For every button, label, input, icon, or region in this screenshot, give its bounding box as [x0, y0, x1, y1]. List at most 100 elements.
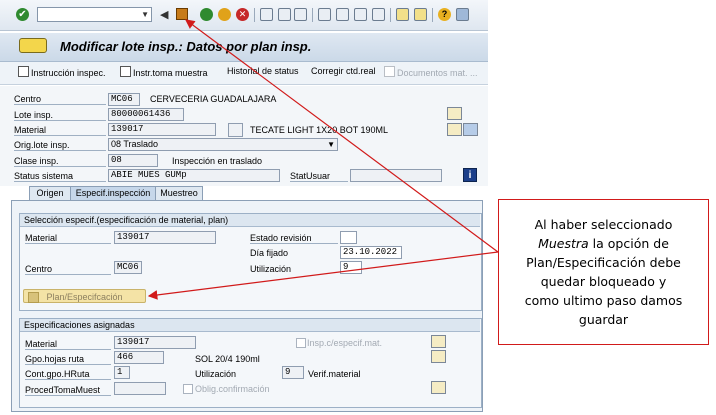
- statusuar-label: StatUsuar: [290, 171, 348, 182]
- document-icon: [18, 66, 29, 77]
- material-description: TECATE LIGHT 1X20 BOT 190ML: [250, 125, 389, 135]
- corregir-ctd-real-button[interactable]: Corregir ctd.real: [311, 66, 376, 76]
- print-icon[interactable]: [260, 8, 273, 21]
- centro-label: Centro: [14, 94, 106, 105]
- detail-icon[interactable]: [431, 381, 446, 394]
- centro-description: CERVECERIA GUADALAJARA: [150, 94, 277, 104]
- cont-gpo-field[interactable]: 1: [114, 366, 130, 379]
- tab-origen-label: Origen: [36, 188, 64, 198]
- find-icon[interactable]: [278, 8, 291, 21]
- tab-muestreo[interactable]: Muestreo: [155, 186, 203, 200]
- status-sistema-field[interactable]: ABIE MUES GUMp: [108, 169, 280, 182]
- last-page-icon[interactable]: [372, 8, 385, 21]
- estado-revision-label: Estado revisión: [250, 233, 338, 244]
- orig-lote-value: 08 Traslado: [111, 139, 159, 149]
- material-field[interactable]: 139017: [108, 123, 216, 136]
- sel-centro-label: Centro: [25, 264, 111, 275]
- proced-toma-field[interactable]: [114, 382, 166, 395]
- oblig-confirmacion-label: Oblig.confirmación: [195, 384, 270, 394]
- callout-italic-word: Muestra: [538, 236, 589, 251]
- clase-insp-description: Inspección en traslado: [172, 156, 263, 166]
- enter-check-icon[interactable]: ✔: [16, 8, 29, 21]
- new-session-icon[interactable]: [396, 8, 409, 21]
- verif-material-label: Verif.material: [308, 369, 361, 379]
- detail-icon[interactable]: [431, 335, 446, 348]
- next-page-icon[interactable]: [354, 8, 367, 21]
- assigned-group-title: Especificaciones asignadas: [20, 319, 480, 332]
- estado-revision-field[interactable]: [340, 231, 357, 244]
- cont-gpo-label: Cont.gpo.HRuta: [25, 369, 111, 380]
- gpo-hojas-label: Gpo.hojas ruta: [25, 354, 111, 365]
- plan-especificacion-label: Plan/Especifcación: [46, 292, 123, 302]
- historial-status-button[interactable]: Historial de status: [227, 66, 299, 76]
- asg-material-label: Material: [25, 339, 111, 350]
- command-field[interactable]: ▼: [37, 7, 152, 22]
- sel-material-field[interactable]: 139017: [114, 231, 216, 244]
- page-title: Modificar lote insp.: Datos por plan ins…: [60, 39, 312, 54]
- callout-line: Al haber seleccionado: [534, 217, 673, 232]
- orig-lote-dropdown[interactable]: 08 Traslado ▼: [108, 138, 338, 151]
- insp-especif-label: Insp.c/especif.mat.: [307, 338, 383, 348]
- centro-field[interactable]: MC06: [108, 93, 140, 106]
- plan-icon: [28, 292, 39, 303]
- first-page-icon[interactable]: [318, 8, 331, 21]
- back-icon[interactable]: [200, 8, 213, 21]
- detail-icon[interactable]: [447, 123, 462, 136]
- callout-line: Plan/Especificación debe: [526, 255, 681, 270]
- system-toolbar: ✔ ▼ ◀ ✕ ?: [0, 0, 488, 31]
- edit-icon[interactable]: [447, 107, 462, 120]
- shortcut-icon[interactable]: [414, 8, 427, 21]
- find-next-icon[interactable]: [294, 8, 307, 21]
- callout-line: guardar: [578, 312, 629, 327]
- tab-especif-label: Especif.inspección: [75, 188, 151, 198]
- documentos-mat-button[interactable]: Documentos mat. ...: [384, 66, 478, 78]
- material-extra-field[interactable]: [228, 123, 243, 137]
- dia-fijado-field[interactable]: 23.10.2022: [340, 246, 402, 259]
- material-label: Material: [14, 125, 106, 136]
- info-icon[interactable]: i: [463, 168, 477, 182]
- sel-utilizacion-field[interactable]: 9: [340, 261, 362, 274]
- asg-material-field[interactable]: 139017: [114, 336, 196, 349]
- callout-line: como ultimo paso damos: [524, 293, 683, 308]
- oblig-confirmacion-checkbox[interactable]: [183, 384, 193, 394]
- instr-toma-muestra-button[interactable]: Instr.toma muestra: [120, 66, 208, 78]
- chevron-down-icon[interactable]: ▼: [327, 139, 335, 150]
- annotation-callout: Al haber seleccionado Muestra la opción …: [498, 199, 709, 345]
- callout-line: la opción de: [588, 236, 669, 251]
- tab-muestreo-label: Muestreo: [160, 188, 198, 198]
- lote-insp-label: Lote insp.: [14, 110, 106, 121]
- gpo-hojas-field[interactable]: 466: [114, 351, 164, 364]
- lote-insp-field[interactable]: 80000061436: [108, 108, 184, 121]
- statusuar-field[interactable]: [350, 169, 442, 182]
- instr-toma-muestra-label: Instr.toma muestra: [133, 68, 208, 78]
- sel-centro-field[interactable]: MC06: [114, 261, 142, 274]
- asg-utilizacion-field[interactable]: 9: [282, 366, 304, 379]
- layout-menu-icon[interactable]: [456, 8, 469, 21]
- orig-lote-label: Orig.lote insp.: [14, 140, 106, 151]
- annotation-text: Al haber seleccionado Muestra la opción …: [519, 209, 689, 335]
- copy-icon[interactable]: [463, 123, 478, 136]
- status-sistema-label: Status sistema: [14, 171, 106, 182]
- person-icon: [384, 66, 395, 77]
- clase-insp-field[interactable]: 08: [108, 154, 158, 167]
- insp-especif-checkbox[interactable]: [296, 338, 306, 348]
- plan-especificacion-button[interactable]: Plan/Especifcación: [23, 289, 146, 303]
- tab-especif-inspeccion[interactable]: Especif.inspección: [70, 186, 156, 200]
- tab-origen[interactable]: Origen: [29, 186, 71, 200]
- sel-utilizacion-label: Utilización: [250, 264, 292, 274]
- cancel-icon[interactable]: ✕: [236, 8, 249, 21]
- instruccion-inspec-button[interactable]: Instrucción inspec.: [18, 66, 106, 78]
- previous-page-icon[interactable]: [336, 8, 349, 21]
- document-icon: [120, 66, 131, 77]
- back-triangle-icon[interactable]: ◀: [160, 8, 168, 21]
- exit-icon[interactable]: [218, 8, 231, 21]
- help-icon[interactable]: ?: [438, 8, 451, 21]
- proced-toma-label: ProcedTomaMuest: [25, 385, 111, 396]
- inspection-lot-icon: [19, 38, 47, 53]
- detail-icon[interactable]: [431, 350, 446, 363]
- chevron-down-icon[interactable]: ▼: [141, 10, 149, 19]
- save-icon[interactable]: [176, 8, 188, 20]
- callout-line: quedar bloqueado y: [540, 274, 667, 289]
- sel-material-label: Material: [25, 233, 111, 244]
- clase-insp-label: Clase insp.: [14, 156, 106, 167]
